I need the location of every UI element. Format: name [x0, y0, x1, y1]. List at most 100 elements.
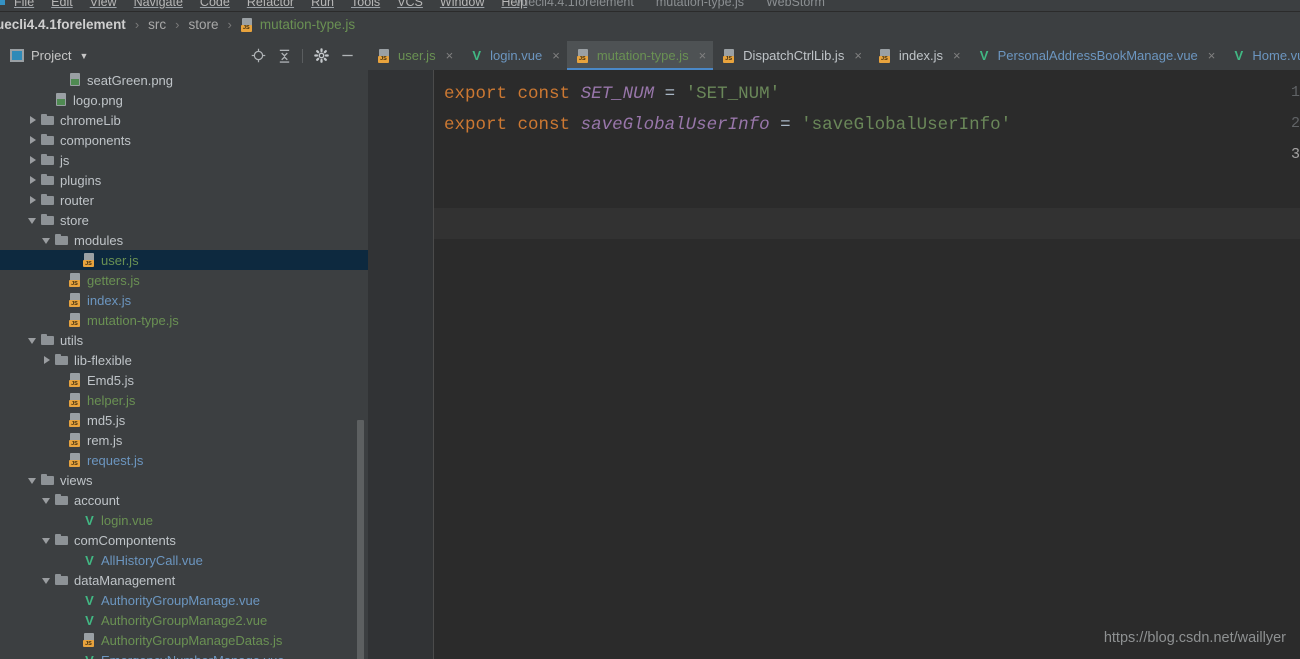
- js-badge: JS: [69, 280, 80, 287]
- breadcrumb-file[interactable]: mutation-type.js: [260, 17, 355, 32]
- folder-icon: [55, 234, 69, 246]
- minimize-icon[interactable]: [334, 45, 360, 67]
- folder-icon: [41, 114, 55, 126]
- breadcrumb-project[interactable]: uecli4.4.1forelement: [0, 17, 126, 32]
- editor-tab-Home-vue[interactable]: VHome.vue×: [1222, 41, 1300, 70]
- menu-item-run[interactable]: Run: [311, 0, 334, 9]
- tree-item[interactable]: dataManagement: [0, 570, 368, 590]
- tree-item[interactable]: router: [0, 190, 368, 210]
- chevron-right-icon[interactable]: [28, 115, 39, 126]
- editor-tab-index-js[interactable]: JS index.js ×: [869, 41, 968, 70]
- chevron-down-icon[interactable]: [42, 235, 53, 246]
- collapse-all-icon[interactable]: [271, 45, 297, 67]
- sidebar-scrollbar-thumb[interactable]: [357, 420, 364, 659]
- close-icon[interactable]: ×: [699, 49, 707, 62]
- chevron-right-icon[interactable]: [28, 175, 39, 186]
- menu-item-refactor[interactable]: Refactor: [247, 0, 294, 9]
- close-icon[interactable]: ×: [854, 49, 862, 62]
- js-file-icon: JS: [69, 313, 82, 327]
- chevron-down-icon[interactable]: [42, 575, 53, 586]
- breadcrumb[interactable]: uecli4.4.1forelement › src › store › JS mutatio…: [0, 12, 1300, 37]
- js-badge: JS: [69, 440, 80, 447]
- project-file-tree[interactable]: seatGreen.png logo.png chromeLib components…: [0, 70, 368, 659]
- vue-file-icon: V: [472, 48, 481, 63]
- tree-item[interactable]: JS request.js: [0, 450, 368, 470]
- breadcrumb-item-store[interactable]: store: [189, 17, 219, 32]
- js-file-icon: JS: [378, 48, 391, 63]
- code-token: export: [444, 84, 508, 104]
- tree-item[interactable]: modules: [0, 230, 368, 250]
- tree-item[interactable]: account: [0, 490, 368, 510]
- chevron-down-icon[interactable]: [42, 535, 53, 546]
- folder-icon: [55, 534, 69, 546]
- tree-item[interactable]: utils: [0, 330, 368, 350]
- menu-item-code[interactable]: Code: [200, 0, 230, 9]
- close-icon[interactable]: ×: [552, 49, 560, 62]
- menu-item-file[interactable]: File: [14, 0, 34, 9]
- tree-item[interactable]: JS helper.js: [0, 390, 368, 410]
- folder-icon: [55, 354, 69, 366]
- project-panel-caret-icon[interactable]: ▼: [79, 51, 88, 61]
- chevron-right-icon[interactable]: [28, 135, 39, 146]
- tree-item[interactable]: JS getters.js: [0, 270, 368, 290]
- menu-item-view[interactable]: View: [90, 0, 117, 9]
- chevron-down-icon[interactable]: [28, 335, 39, 346]
- menu-item-navigate[interactable]: Navigate: [134, 0, 183, 9]
- tree-item-selected[interactable]: JS user.js: [0, 250, 368, 270]
- tree-item[interactable]: js: [0, 150, 368, 170]
- js-file-icon: JS: [69, 273, 82, 287]
- tree-item[interactable]: V AuthorityGroupManage2.vue: [0, 610, 368, 630]
- editor-tab-bar[interactable]: JS user.js × Vlogin.vue × JS mutation-type.js ×…: [368, 41, 1300, 70]
- gutter-divider: [433, 70, 434, 659]
- editor-tab-user-js[interactable]: JS user.js ×: [368, 41, 460, 70]
- menu-item-tools[interactable]: Tools: [351, 0, 380, 9]
- tree-item[interactable]: Vlogin.vue: [0, 510, 368, 530]
- code-editor[interactable]: 1 2 3 export const SET_NUM = 'SET_NUM' expor…: [368, 70, 1300, 659]
- tree-item[interactable]: lib-flexible: [0, 350, 368, 370]
- gear-icon[interactable]: [308, 45, 334, 67]
- editor-tab-PersonalAddressBookManage-vue[interactable]: V PersonalAddressBookManage.vue ×: [968, 41, 1223, 70]
- tree-item[interactable]: views: [0, 470, 368, 490]
- folder-icon: [41, 134, 55, 146]
- tree-item[interactable]: JS md5.js: [0, 410, 368, 430]
- chevron-right-icon[interactable]: [28, 155, 39, 166]
- chevron-right-icon[interactable]: [28, 195, 39, 206]
- tree-item[interactable]: seatGreen.png: [0, 70, 368, 90]
- menu-item-window[interactable]: Window: [440, 0, 484, 9]
- tree-item[interactable]: JS index.js: [0, 290, 368, 310]
- tree-item[interactable]: comCompontents: [0, 530, 368, 550]
- editor-tab-mutation-type-js[interactable]: JS mutation-type.js ×: [566, 41, 714, 70]
- tree-item-label: router: [60, 192, 94, 208]
- tree-item-label: rem.js: [87, 432, 123, 448]
- menu-item-edit[interactable]: Edit: [51, 0, 73, 9]
- close-icon[interactable]: ×: [1208, 49, 1216, 62]
- tree-item[interactable]: JS mutation-type.js: [0, 310, 368, 330]
- tree-item[interactable]: V AuthorityGroupManage.vue: [0, 590, 368, 610]
- chevron-right-icon[interactable]: [42, 355, 53, 366]
- tree-item[interactable]: store: [0, 210, 368, 230]
- folder-icon: [41, 214, 55, 226]
- tree-item[interactable]: components: [0, 130, 368, 150]
- editor-tab-DispatchCtrlLib-js[interactable]: JS DispatchCtrlLib.js ×: [713, 41, 869, 70]
- tree-item[interactable]: logo.png: [0, 90, 368, 110]
- tree-item[interactable]: chromeLib: [0, 110, 368, 130]
- editor-tab-login-vue[interactable]: Vlogin.vue ×: [460, 41, 567, 70]
- js-file-icon: JS: [723, 48, 736, 63]
- close-icon[interactable]: ×: [446, 49, 454, 62]
- tree-item[interactable]: V AllHistoryCall.vue: [0, 550, 368, 570]
- close-icon[interactable]: ×: [953, 49, 961, 62]
- tree-item[interactable]: V EmergencyNumberManage.vue: [0, 650, 368, 659]
- js-file-icon: JS: [69, 433, 82, 447]
- tree-item[interactable]: JS AuthorityGroupManageDatas.js: [0, 630, 368, 650]
- tree-item[interactable]: plugins: [0, 170, 368, 190]
- tree-item[interactable]: JS Emd5.js: [0, 370, 368, 390]
- chevron-down-icon[interactable]: [28, 215, 39, 226]
- chevron-down-icon[interactable]: [28, 475, 39, 486]
- breadcrumb-item-src[interactable]: src: [148, 17, 166, 32]
- menu-item-vcs[interactable]: VCS: [397, 0, 423, 9]
- tree-item[interactable]: JS rem.js: [0, 430, 368, 450]
- locate-icon[interactable]: [245, 45, 271, 67]
- chevron-down-icon[interactable]: [42, 495, 53, 506]
